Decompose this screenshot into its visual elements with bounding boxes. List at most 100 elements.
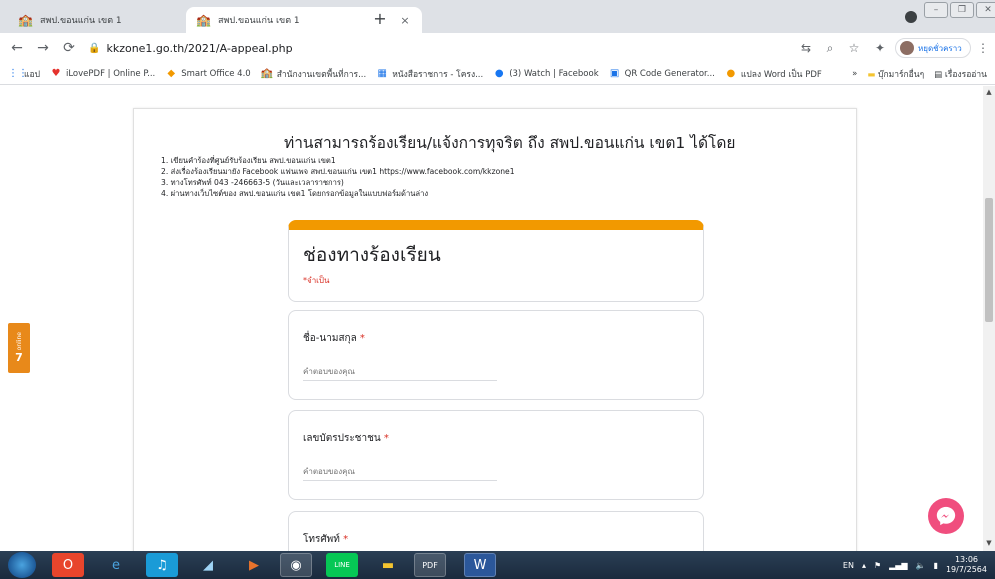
volume-icon[interactable]: 🔈	[916, 561, 926, 570]
folder-icon: ▬	[867, 70, 876, 80]
address-bar[interactable]: 🔒 kkzone1.go.th/2021/A-appeal.php	[88, 37, 788, 59]
reading-list[interactable]: ▤ เรื่องรออ่าน	[934, 67, 987, 81]
media-indicator-icon[interactable]	[905, 11, 917, 23]
online-count: 7	[15, 350, 23, 364]
system-tray: EN ▴ ⚑ ▂▄▆ 🔈 ▮ 13:06 19/7/2564	[843, 555, 987, 575]
clock-time: 13:06	[954, 555, 979, 564]
bookmark-qr[interactable]: ▣ QR Code Generator...	[609, 68, 715, 80]
scroll-down-icon[interactable]: ▼	[983, 539, 995, 549]
bookmark-label: แปลง Word เป็น PDF	[740, 69, 822, 80]
avatar	[900, 41, 914, 55]
bookmark-apps[interactable]: ⋮⋮ แอป	[8, 67, 40, 81]
windows-taskbar: O e ♫ ◢ ▶ ◉ LINE ▬ PDF W EN ▴ ⚑ ▂▄▆ 🔈 ▮ …	[0, 551, 995, 579]
bookmark-label: แอป	[24, 69, 40, 80]
player-taskbar-icon[interactable]: ▶	[238, 553, 270, 577]
page-content: ท่านสามารถร้องเรียน/แจ้งการทุจริต ถึง สพ…	[0, 86, 983, 551]
tab-strip: 🏫 สพป.ขอนแก่น เขต 1 × 🏫 สพป.ขอนแก่น เขต …	[0, 0, 995, 33]
required-star: *	[343, 534, 349, 545]
extensions-icon[interactable]: ✦	[872, 40, 888, 56]
browser-toolbar: ← → ⟳ 🔒 kkzone1.go.th/2021/A-appeal.php …	[0, 33, 995, 63]
question-text: ชื่อ-นามสกุล	[303, 333, 357, 344]
bookmark-smart-office[interactable]: ◆ Smart Office 4.0	[165, 68, 250, 80]
bookmark-label: Smart Office 4.0	[181, 68, 251, 79]
close-window-icon[interactable]: ✕	[976, 2, 995, 18]
required-star: *	[359, 333, 365, 344]
other-bookmarks[interactable]: ▬ บุ๊กมาร์กอื่นๆ	[867, 67, 924, 81]
chrome-taskbar-icon[interactable]: ◉	[280, 553, 312, 577]
minimize-icon[interactable]: –	[924, 2, 948, 18]
facebook-icon: ●	[494, 67, 504, 79]
question-text: เลขบัตรประชาชน	[303, 433, 381, 444]
bookmark-ilovepdf[interactable]: ♥ iLovePDF | Online P...	[50, 67, 156, 80]
other-bookmarks-label: บุ๊กมาร์กอื่นๆ	[878, 70, 925, 80]
ilovepdf-icon: ♥	[51, 67, 61, 79]
bookmark-label: iLovePDF | Online P...	[65, 68, 156, 79]
reload-icon[interactable]: ⟳	[60, 39, 78, 57]
instruction-item: 2. ส่งเรื่องร้องเรียนมายัง Facebook แฟนเ…	[161, 167, 515, 176]
close-tab-icon[interactable]: ×	[398, 14, 412, 27]
ie-taskbar-icon[interactable]: e	[100, 553, 132, 577]
bookmarks-overflow-icon[interactable]: »	[852, 69, 857, 79]
start-button[interactable]	[8, 552, 36, 578]
bookmarks-right: » ▬ บุ๊กมาร์กอื่นๆ ▤ เรื่องรออ่าน	[852, 67, 987, 81]
flag-icon[interactable]: ⚑	[874, 561, 881, 570]
tray-arrow-icon[interactable]: ▴	[862, 561, 866, 570]
bookmark-obec[interactable]: 🏫 สำนักงานเขตพื้นที่การ...	[261, 67, 367, 81]
new-tab-button[interactable]: +	[370, 10, 390, 30]
headset-taskbar-icon[interactable]: ♫	[146, 553, 178, 577]
clock[interactable]: 13:06 19/7/2564	[946, 555, 987, 575]
page-scrollbar[interactable]: ▲ ▼	[983, 86, 995, 551]
name-input[interactable]	[303, 363, 497, 381]
language-indicator[interactable]: EN	[843, 561, 854, 570]
messenger-icon	[936, 506, 956, 526]
translate-icon[interactable]: ⇆	[798, 40, 814, 56]
scrollbar-thumb[interactable]	[985, 198, 993, 322]
clock-date: 19/7/2564	[945, 565, 987, 574]
explorer-taskbar-icon[interactable]: ▬	[372, 553, 404, 577]
profile-button[interactable]: หยุดชั่วคราว	[895, 38, 971, 58]
bookmark-star-icon[interactable]: ☆	[846, 40, 862, 56]
question-label: โทรศัพท์ *	[303, 532, 348, 547]
reading-list-icon: ▤	[934, 70, 943, 80]
bookmark-word-pdf[interactable]: ● แปลง Word เป็น PDF	[725, 67, 822, 81]
id-card-input[interactable]	[303, 463, 497, 481]
window-controls: – ❐ ✕	[924, 2, 995, 18]
question-label: เลขบัตรประชาชน *	[303, 431, 389, 446]
back-icon[interactable]: ←	[8, 39, 26, 57]
network-icon[interactable]: ▂▄▆	[889, 561, 907, 570]
instruction-item: 3. ทางโทรศัพท์ 043 -246663-5 (วันและเวลา…	[161, 178, 344, 187]
question-name-card: ชื่อ-นามสกุล *	[288, 310, 704, 400]
opera-taskbar-icon[interactable]: O	[52, 553, 84, 577]
forward-icon[interactable]: →	[34, 39, 52, 57]
scroll-up-icon[interactable]: ▲	[983, 88, 995, 98]
online-counter-badge[interactable]: online 7	[8, 323, 30, 373]
obec-favicon-icon: 🏫	[196, 13, 211, 27]
messenger-chat-button[interactable]	[928, 498, 964, 534]
line-taskbar-icon[interactable]: LINE	[326, 553, 358, 577]
word-taskbar-icon[interactable]: W	[464, 553, 496, 577]
bookmark-label: QR Code Generator...	[624, 68, 715, 79]
word-pdf-icon: ●	[726, 67, 736, 79]
zoom-icon[interactable]: ⌕	[822, 40, 838, 56]
media-taskbar-icon[interactable]: ◢	[192, 553, 224, 577]
bookmark-label: หนังสือราชการ - โครง...	[392, 69, 484, 80]
bookmark-doc[interactable]: ▦ หนังสือราชการ - โครง...	[376, 67, 483, 81]
form-title-card: ช่องทางร้องเรียน *จำเป็น	[288, 220, 704, 302]
bookmark-label: (3) Watch | Facebook	[509, 68, 599, 79]
appeal-container: ท่านสามารถร้องเรียน/แจ้งการทุจริต ถึง สพ…	[133, 108, 857, 551]
bookmark-label: สำนักงานเขตพื้นที่การ...	[276, 69, 367, 80]
instruction-item: 1. เขียนคำร้องที่ศูนย์รับร้องเรียน สพป.ข…	[161, 156, 336, 165]
question-phone-card: โทรศัพท์ *	[288, 511, 704, 551]
required-note: *จำเป็น	[303, 276, 330, 285]
required-star: *	[383, 433, 389, 444]
obec-favicon-icon: 🏫	[18, 13, 33, 27]
instructions-list: 1. เขียนคำร้องที่ศูนย์รับร้องเรียน สพป.ข…	[161, 155, 761, 199]
battery-icon[interactable]: ▮	[934, 561, 938, 570]
restore-icon[interactable]: ❐	[950, 2, 974, 18]
smart-office-icon: ◆	[167, 67, 176, 79]
bookmark-facebook[interactable]: ● (3) Watch | Facebook	[493, 67, 599, 80]
pdf-taskbar-icon[interactable]: PDF	[414, 553, 446, 577]
bookmarks-bar: ⋮⋮ แอป ♥ iLovePDF | Online P... ◆ Smart …	[0, 63, 995, 85]
doc-icon: ▦	[377, 67, 387, 79]
menu-icon[interactable]: ⋮	[975, 40, 991, 56]
